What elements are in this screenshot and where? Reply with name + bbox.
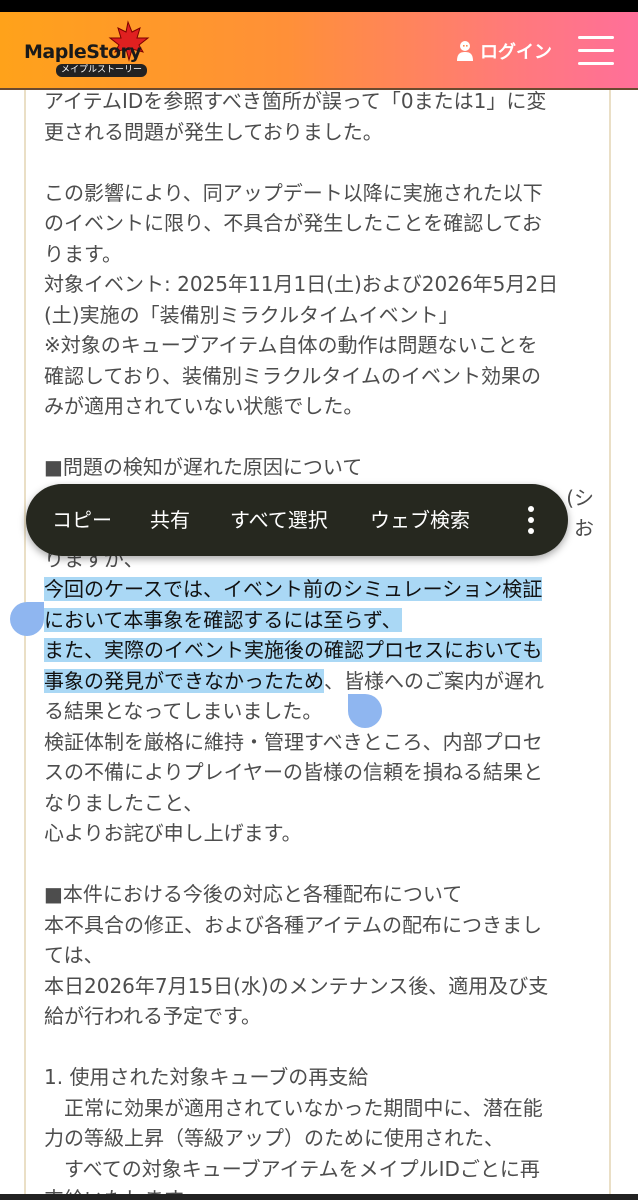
article-body: アイテムIDを参照すべき箇所が誤って「0または1」に変 更される問題が発生してお…	[44, 86, 594, 1200]
article-line: (土)実施の「装備別ミラクルタイムイベント」	[44, 302, 459, 327]
article-line: なりましたこと、	[44, 790, 204, 815]
article-line: 心よりお詫び申し上げます。	[44, 821, 302, 845]
selection-highlight[interactable]: 事象の発見ができなかったため	[44, 668, 324, 693]
user-icon	[457, 41, 473, 61]
article-line: スの不備によりプレイヤーの皆様の信頼を損ねる結果と	[44, 760, 543, 784]
article-blank	[44, 422, 594, 453]
bottom-edge	[0, 1194, 638, 1200]
article-line: すべての対象キューブアイテムをメイプルIDごとに再	[44, 1156, 540, 1181]
article-line-fragment: (シ	[566, 485, 594, 510]
section-heading-cause: ■問題の検知が遅れた原因について	[44, 455, 363, 479]
article-line: ては、	[44, 943, 104, 967]
selection-highlight[interactable]: 今回のケースでは、イベント前のシミュレーション検証	[44, 577, 543, 601]
share-menu-item[interactable]: 共有	[150, 508, 190, 532]
selection-highlight[interactable]: また、実際のイベント実施後の確認プロセスにおいても	[44, 638, 543, 662]
login-label: ログイン	[480, 42, 552, 63]
article-blank	[44, 849, 594, 880]
article-line-fragment: お	[574, 516, 594, 540]
article-line: る結果となってしまいました。	[44, 699, 323, 723]
article-line: 力の等級上昇（等級アップ）のために使用された、	[44, 1126, 504, 1150]
selected-text-line[interactable]: 今回のケースでは、イベント前のシミュレーション検証	[44, 574, 594, 605]
hamburger-menu-icon[interactable]	[576, 30, 616, 70]
more-options-icon[interactable]	[524, 506, 538, 534]
article-line: 正常に効果が適用されていなかった期間中に、潜在能	[44, 1095, 543, 1120]
logo-text: MapleStory	[24, 41, 142, 63]
article-blank	[44, 1032, 594, 1063]
selection-end-handle[interactable]	[348, 694, 382, 728]
web-search-menu-item[interactable]: ウェブ検索	[370, 508, 470, 532]
article-line: 検証体制を厳格に維持・管理すべきところ、内部プロセ	[44, 729, 543, 754]
article-blank	[44, 147, 594, 178]
article-line: 本不具合の修正、および各種アイテムの配布につきまし	[44, 912, 542, 937]
article-line: アイテムIDを参照すべき箇所が誤って「0または1」に変	[44, 89, 547, 113]
article-line: 本日2026年7月15日(水)のメンテナンス後、適用及び支	[44, 973, 549, 998]
selection-start-handle[interactable]	[10, 602, 44, 636]
article-line: 更される問題が発生しておりました。	[44, 119, 383, 144]
article-line: 給が行われる予定です。	[44, 1004, 261, 1028]
article-line: この影響により、同アップデート以降に実施された以下	[44, 180, 543, 205]
article-line: 対象イベント: 2025年11月1日(土)および2026年5月2日	[44, 272, 559, 296]
selected-text-line[interactable]: また、実際のイベント実施後の確認プロセスにおいても	[44, 635, 594, 666]
site-header: MapleStory メイプルストーリー ログイン	[0, 12, 638, 90]
logo-subtitle: メイプルストーリー	[56, 64, 148, 77]
article-line: ります。	[44, 241, 122, 266]
article-line: みが適用されていない状態でした。	[44, 394, 364, 418]
selected-text-line[interactable]: 事象の発見ができなかったため、皆様へのご案内が遅れ	[44, 666, 594, 697]
login-button[interactable]: ログイン	[456, 38, 552, 64]
selected-text-line[interactable]: において本事象を確認するには至らず、	[44, 605, 594, 636]
article-line: 確認しており、装備別ミラクルタイムのイベント効果の	[44, 363, 541, 388]
list-item-heading: 1. 使用された対象キューブの再支給	[44, 1065, 369, 1089]
select-all-menu-item[interactable]: すべて選択	[230, 508, 328, 532]
article-line-rest: 、皆様へのご案内が遅れ	[324, 668, 544, 693]
text-selection-context-menu: コピー 共有 すべて選択 ウェブ検索	[26, 484, 568, 556]
selection-highlight[interactable]: において本事象を確認するには至らず、	[44, 607, 402, 632]
article-line: のイベントに限り、不具合が発生したことを確認してお	[44, 211, 542, 235]
section-heading-response: ■本件における今後の対応と各種配布について	[44, 882, 463, 906]
maplestory-logo[interactable]: MapleStory メイプルストーリー	[20, 20, 150, 82]
status-bar	[0, 0, 638, 12]
copy-menu-item[interactable]: コピー	[52, 508, 112, 532]
article-line: ※対象のキューブアイテム自体の動作は問題ないことを	[44, 333, 538, 357]
